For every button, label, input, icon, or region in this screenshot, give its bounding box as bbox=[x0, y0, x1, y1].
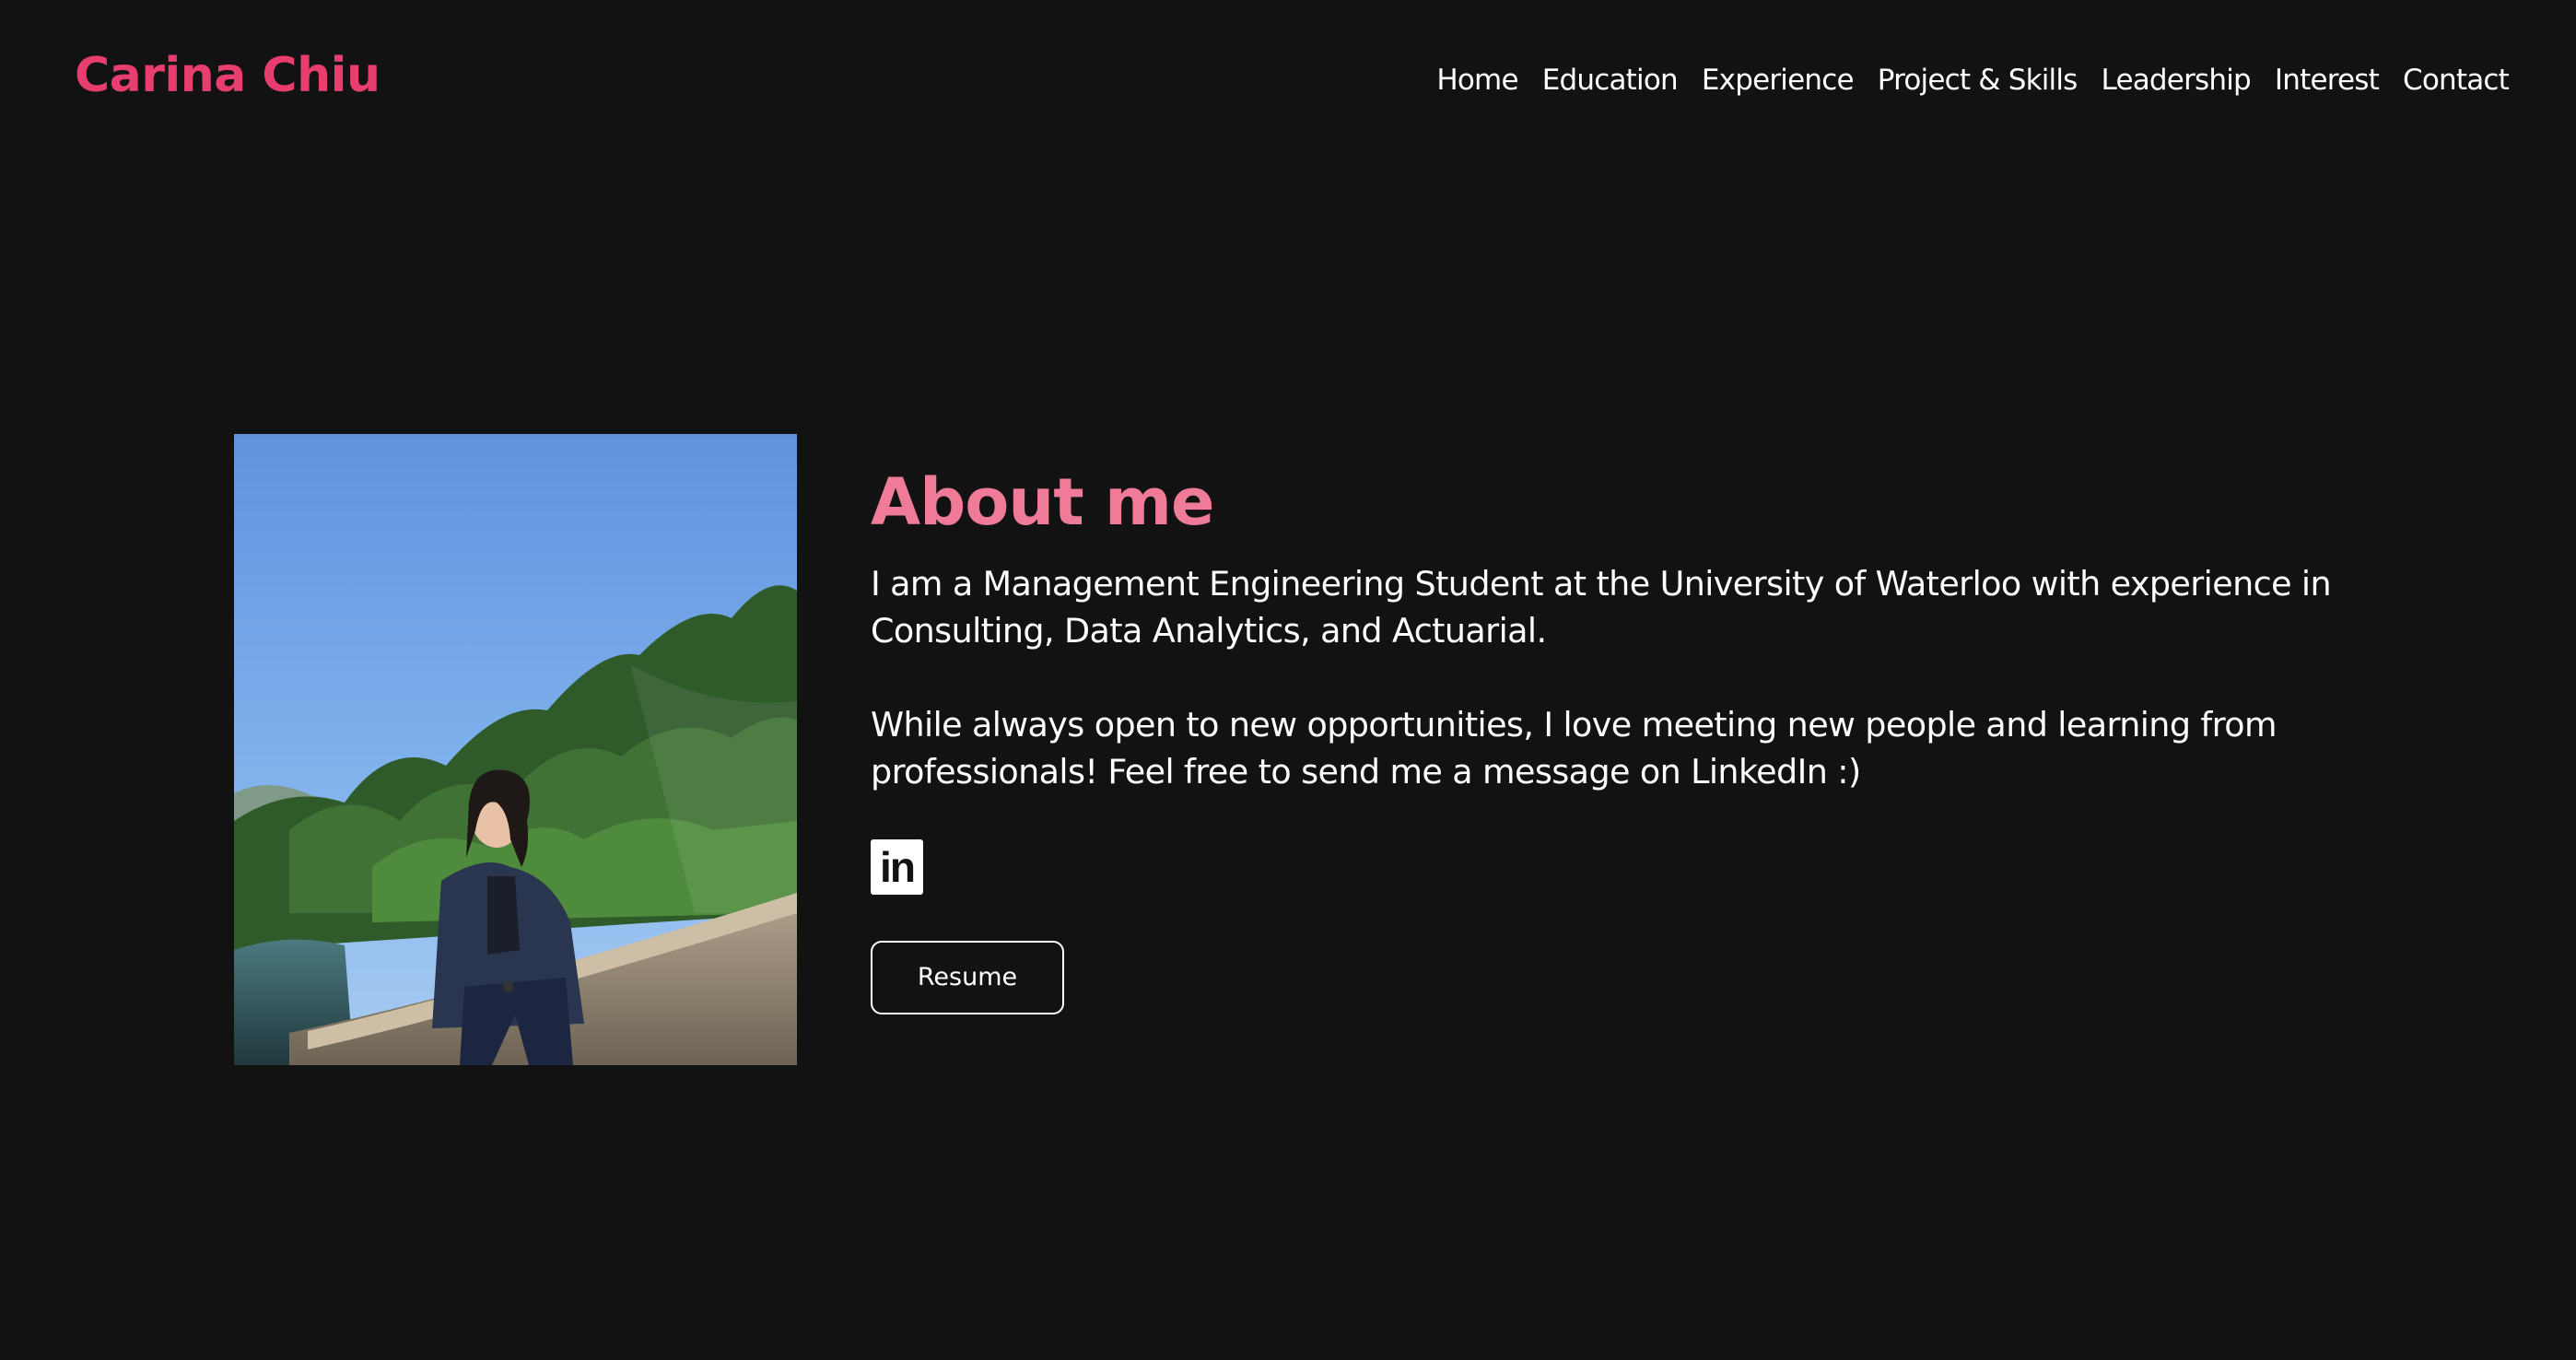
page: Carina Chiu Home Education Experience Pr… bbox=[0, 0, 2576, 1360]
profile-photo bbox=[234, 434, 797, 1065]
resume-button[interactable]: Resume bbox=[871, 941, 1064, 1014]
about-title: About me bbox=[871, 464, 1214, 540]
nav-experience[interactable]: Experience bbox=[1702, 57, 1855, 103]
brand-logo[interactable]: Carina Chiu bbox=[75, 48, 381, 103]
about-section: About me I am a Management Engineering S… bbox=[871, 461, 2345, 1014]
nav-education[interactable]: Education bbox=[1542, 57, 1679, 103]
main-nav: Home Education Experience Project & Skil… bbox=[1436, 57, 2509, 103]
nav-project-skills[interactable]: Project & Skills bbox=[1878, 57, 2078, 103]
nav-leadership[interactable]: Leadership bbox=[2102, 57, 2252, 103]
profile-photo-illustration bbox=[234, 434, 797, 1065]
nav-home[interactable]: Home bbox=[1436, 57, 1518, 103]
nav-interest[interactable]: Interest bbox=[2275, 57, 2380, 103]
about-paragraph-1: I am a Management Engineering Student at… bbox=[871, 564, 2332, 651]
linkedin-icon-glyph: in bbox=[880, 843, 916, 891]
linkedin-icon[interactable]: in bbox=[871, 839, 923, 895]
about-paragraph-2: While always open to new opportunities, … bbox=[871, 705, 2277, 791]
nav-contact[interactable]: Contact bbox=[2403, 57, 2510, 103]
